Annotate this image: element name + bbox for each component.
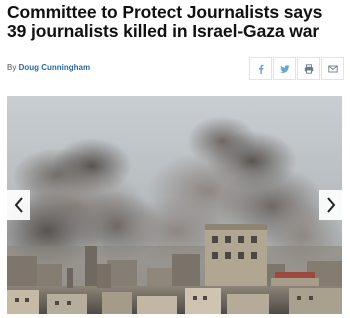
email-icon: [327, 65, 338, 72]
chevron-right-icon: [326, 197, 335, 213]
author-link[interactable]: Doug Cunningham: [19, 63, 91, 72]
chevron-left-icon: [14, 197, 23, 213]
byline-prefix: By: [7, 63, 17, 72]
print-icon: [304, 63, 313, 74]
next-image-button[interactable]: [319, 190, 342, 220]
email-share-button[interactable]: [321, 57, 344, 80]
facebook-icon: [258, 64, 264, 74]
twitter-icon: [279, 64, 290, 73]
article-title: Committee to Protect Journalists says 39…: [7, 2, 323, 41]
facebook-share-button[interactable]: [249, 57, 272, 80]
article-page: Committee to Protect Journalists says 39…: [0, 0, 350, 318]
print-button[interactable]: [297, 57, 320, 80]
article-photo: [7, 96, 342, 314]
share-bar: [249, 57, 345, 80]
smoke-over-gaza-city-photo: [7, 96, 342, 314]
previous-image-button[interactable]: [7, 190, 30, 220]
byline: By Doug Cunningham: [7, 63, 90, 72]
twitter-share-button[interactable]: [273, 57, 296, 80]
